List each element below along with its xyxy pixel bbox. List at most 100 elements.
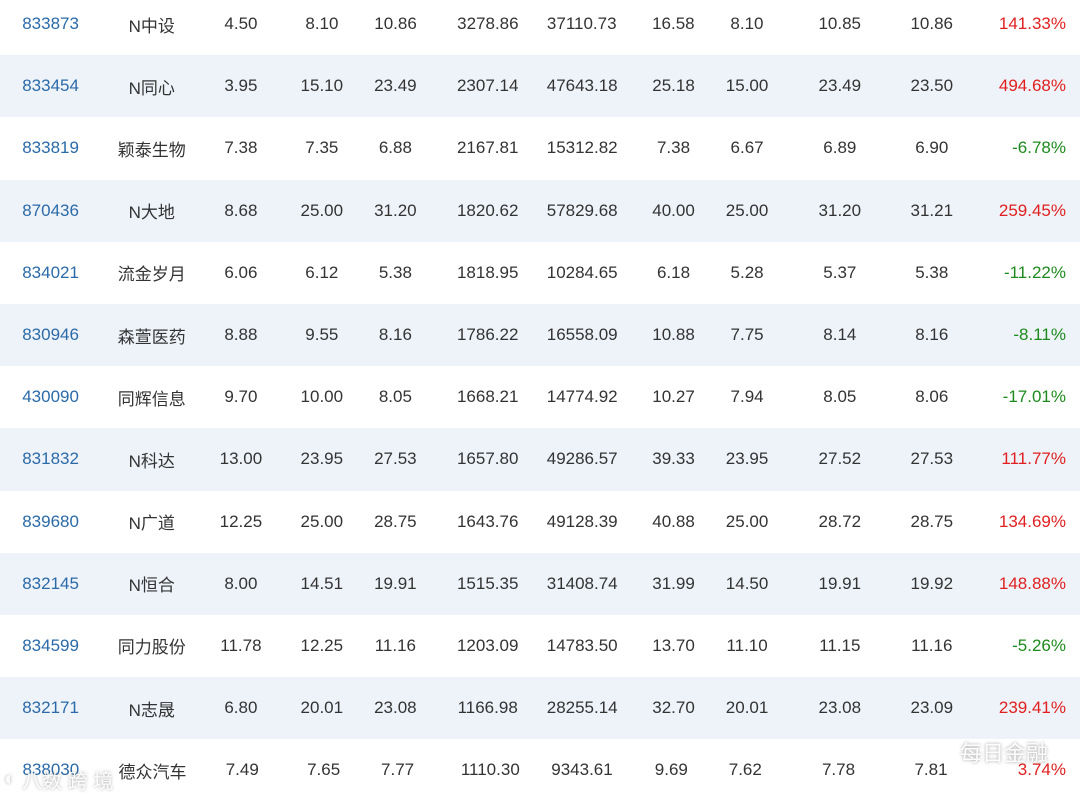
cell-bid: 23.49 [818, 76, 862, 96]
cell-code[interactable]: 832145 [0, 574, 101, 594]
cell-name[interactable]: N大地 [101, 198, 202, 223]
cell-volume: 2167.81 [456, 138, 519, 158]
cell-code[interactable]: 831832 [0, 449, 101, 469]
cell-volume: 1657.80 [456, 449, 519, 469]
cell-bid: 27.52 [818, 449, 862, 469]
cell-latest: 8.16 [378, 325, 412, 345]
table-row[interactable]: 832171 N志晟 6.80 20.01 23.08 1166.98 28255.14 32… [0, 677, 1080, 740]
cell-volume: 1515.35 [456, 573, 519, 593]
cell-ask: 27.53 [910, 449, 954, 469]
cell-high: 7.38 [656, 138, 691, 158]
cell-prev-close: 10.00 [300, 387, 344, 407]
cell-name[interactable]: N科达 [101, 447, 202, 472]
cell-code[interactable]: 834021 [0, 263, 101, 283]
cell-code[interactable]: 833454 [0, 76, 101, 96]
cell-bid: 19.91 [818, 573, 862, 593]
cell-open: 3.95 [224, 76, 258, 96]
cell-name[interactable]: N恒合 [101, 571, 202, 596]
cell-change-pct: 111.77% [1001, 449, 1066, 469]
cell-ask: 8.16 [915, 325, 949, 345]
cell-code[interactable]: 832171 [0, 698, 101, 718]
cell-code[interactable]: 430090 [0, 387, 101, 407]
table-row[interactable]: 870436 N大地 8.68 25.00 31.20 1820.62 57829.68 40… [0, 179, 1080, 242]
cell-amount: 16558.09 [546, 325, 618, 345]
cell-code[interactable]: 830946 [0, 325, 101, 345]
cell-open: 7.49 [225, 760, 259, 780]
stock-table: 833873 N中设 4.50 8.10 10.86 3278.86 37110.73 16.… [0, 0, 1080, 801]
cell-low: 7.94 [730, 387, 764, 407]
cell-amount: 15312.82 [546, 138, 618, 158]
cell-open: 7.38 [224, 138, 258, 158]
cell-code[interactable]: 834599 [0, 636, 101, 656]
cell-change-pct: 239.41% [998, 698, 1066, 718]
cell-open: 4.50 [224, 14, 258, 34]
cell-low: 5.28 [730, 262, 764, 282]
cell-prev-close: 14.51 [300, 573, 344, 593]
cell-code[interactable]: 839680 [0, 512, 101, 532]
cell-name[interactable]: 流金岁月 [101, 260, 202, 285]
cell-low: 8.10 [730, 14, 764, 34]
cell-latest: 27.53 [374, 449, 417, 469]
cell-low: 20.01 [725, 698, 769, 718]
table-row[interactable]: 833819 颖泰生物 7.38 7.35 6.88 2167.81 15312.82 7.3… [0, 117, 1080, 179]
cell-code[interactable]: 870436 [0, 201, 101, 221]
table-row[interactable]: 833873 N中设 4.50 8.10 10.86 3278.86 37110.73 16.… [0, 0, 1080, 55]
cell-change-pct: -17.01% [1002, 387, 1066, 407]
table-row[interactable]: 830946 森萱医药 8.88 9.55 8.16 1786.22 16558.09 10.… [0, 303, 1080, 367]
cell-name[interactable]: N志晟 [101, 696, 202, 721]
cell-name[interactable]: N广道 [101, 509, 202, 534]
cell-amount: 49128.39 [546, 511, 618, 531]
table-row[interactable]: 430090 同辉信息 9.70 10.00 8.05 1668.21 14774.92 10… [0, 366, 1080, 428]
cell-name[interactable]: 德众汽车 [102, 758, 204, 783]
cell-low: 6.67 [730, 138, 764, 158]
cell-high: 10.27 [652, 387, 695, 407]
watermark-right: 每日金融 [918, 736, 1048, 768]
table-row[interactable]: 839680 N广道 12.25 25.00 28.75 1643.76 49128.39 4… [0, 491, 1080, 553]
watermark-left-text: 八数 跨 境 [22, 771, 114, 793]
table-row[interactable]: 834599 同力股份 11.78 12.25 11.16 1203.09 14783.50… [0, 615, 1080, 677]
cell-change-pct: -6.78% [1012, 138, 1066, 158]
cell-name[interactable]: 同力股份 [101, 633, 202, 658]
cell-name[interactable]: 森萱医药 [101, 323, 202, 348]
cell-change-pct: -5.26% [1012, 635, 1066, 655]
cell-prev-close: 23.95 [300, 449, 344, 469]
cell-prev-close: 6.12 [305, 262, 339, 282]
cell-open: 8.88 [224, 325, 258, 345]
cell-volume: 3278.86 [457, 14, 519, 34]
cell-code[interactable]: 833873 [0, 14, 101, 34]
cell-name[interactable]: N同心 [101, 74, 202, 99]
cell-bid: 8.14 [823, 325, 857, 345]
cell-bid: 23.08 [818, 698, 862, 718]
cell-high: 10.88 [652, 325, 695, 345]
cell-volume: 1110.30 [460, 760, 520, 780]
cell-high: 32.70 [652, 698, 695, 718]
cell-change-pct: 134.69% [998, 511, 1066, 531]
cell-volume: 1643.76 [456, 511, 519, 531]
cell-latest: 5.38 [378, 262, 412, 282]
cell-name[interactable]: N中设 [101, 12, 202, 37]
cell-high: 6.18 [656, 262, 691, 282]
cell-ask: 31.21 [910, 200, 954, 220]
cell-name[interactable]: 颖泰生物 [101, 136, 202, 161]
cell-ask: 6.90 [915, 138, 949, 158]
cell-name[interactable]: 同辉信息 [101, 385, 202, 410]
cell-ask: 10.86 [910, 14, 953, 34]
cell-high: 39.33 [652, 449, 695, 469]
watermark-right-text: 每日金融 [959, 741, 1048, 766]
table-row[interactable]: 834021 流金岁月 6.06 6.12 5.38 1818.95 10284.65 6.1… [0, 242, 1080, 304]
cell-latest: 6.88 [378, 138, 412, 158]
cell-high: 25.18 [652, 76, 695, 96]
cell-amount: 49286.57 [546, 449, 618, 469]
cell-amount: 14774.92 [546, 387, 618, 407]
cell-volume: 1668.21 [456, 387, 519, 407]
cell-prev-close: 7.65 [307, 760, 341, 780]
cell-high: 9.69 [654, 760, 688, 780]
cell-prev-close: 20.01 [300, 698, 344, 718]
table-row[interactable]: 832145 N恒合 8.00 14.51 19.91 1515.35 31408.74 31… [0, 552, 1080, 615]
cell-volume: 2307.14 [456, 76, 519, 96]
table-row[interactable]: 833454 N同心 3.95 15.10 23.49 2307.14 47643.18 25… [0, 55, 1080, 118]
cell-amount: 14783.50 [546, 635, 618, 655]
cell-code[interactable]: 833819 [0, 138, 101, 158]
cell-volume: 1203.09 [456, 635, 519, 655]
table-row[interactable]: 831832 N科达 13.00 23.95 27.53 1657.80 49286.57 3… [0, 428, 1080, 491]
